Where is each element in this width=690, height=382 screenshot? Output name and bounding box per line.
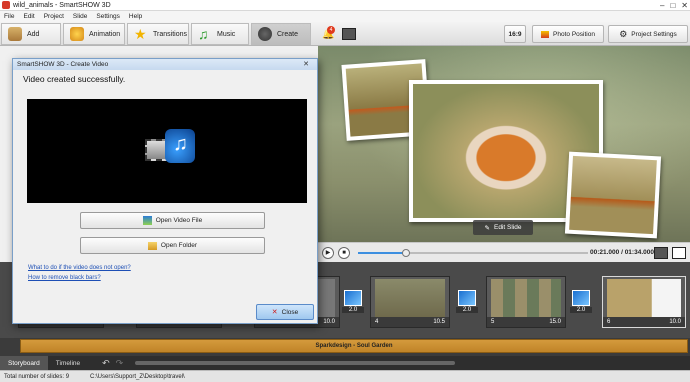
fullscreen-icon[interactable] — [672, 247, 686, 259]
close-window-button[interactable]: ✕ — [681, 1, 688, 10]
edit-slide-button[interactable]: ✎ Edit Slide — [473, 220, 533, 235]
folder-icon — [147, 241, 157, 250]
menu-file[interactable]: File — [4, 13, 14, 20]
transition-item[interactable]: 2.0 — [456, 290, 478, 318]
title-bar: wild_animals - SmartSHOW 3D – □ ✕ — [0, 0, 690, 11]
open-video-file-button[interactable]: Open Video File — [80, 212, 265, 229]
dialog-close-icon[interactable]: ✕ — [299, 60, 313, 69]
project-path: C:\Users\Support_Z\Desktop\travel\ — [90, 373, 185, 380]
app-icon — [2, 1, 10, 9]
menu-settings[interactable]: Settings — [96, 13, 120, 20]
play-icon: ▶ — [325, 250, 331, 256]
slide-thumbnail — [607, 279, 681, 317]
audio-track[interactable]: Sparkdesign - Soul Garden — [20, 339, 688, 353]
slide-preview — [318, 46, 690, 242]
transition-item[interactable]: 2.0 — [570, 290, 592, 318]
tab-create[interactable]: Create — [251, 23, 311, 45]
undo-icon[interactable]: ↶ — [102, 358, 110, 369]
pencil-icon: ✎ — [484, 224, 490, 232]
music-icon: ♫ — [198, 26, 209, 42]
stop-button[interactable]: ■ — [338, 246, 350, 259]
help-link-video-not-open[interactable]: What to do if the video does not open? — [28, 265, 131, 271]
tab-storyboard[interactable]: Storyboard — [0, 356, 48, 370]
seek-bar[interactable] — [358, 249, 588, 257]
close-icon: ✕ — [271, 309, 278, 316]
film-reel-icon — [258, 27, 272, 41]
tab-music[interactable]: ♫ Music — [191, 23, 249, 45]
menu-bar: File Edit Project Slide Settings Help — [0, 11, 690, 22]
video-film-icon: ♫ — [139, 127, 199, 171]
redo-icon[interactable]: ↷ — [116, 358, 124, 369]
slide-item[interactable]: 5 15.0 — [486, 276, 566, 328]
transition-item[interactable]: 2.0 — [342, 290, 364, 318]
help-link-black-bars[interactable]: How to remove black bars? — [28, 275, 101, 281]
transition-icon — [344, 290, 362, 306]
gallery-icon[interactable] — [342, 28, 356, 40]
dialog-title: SmartSHOW 3D - Create Video — [17, 61, 109, 68]
minimize-button[interactable]: – — [660, 1, 664, 10]
playback-bar: ▶ ■ 00:21.000 / 01:34.000 — [318, 242, 690, 262]
gear-icon: ⚙ — [619, 28, 628, 39]
slide-item[interactable]: 6 10.0 — [602, 276, 686, 328]
aspect-ratio-button[interactable]: 16:9 — [504, 25, 526, 43]
project-settings-button[interactable]: ⚙ Project Settings — [608, 25, 688, 43]
photo-position-button[interactable]: Photo Position — [532, 25, 604, 43]
slide-thumbnail — [375, 279, 445, 317]
menu-slide[interactable]: Slide — [73, 13, 87, 20]
window-title: wild_animals - SmartSHOW 3D — [13, 1, 111, 9]
tab-add[interactable]: Add — [1, 23, 61, 45]
slide-item[interactable]: 4 10.5 — [370, 276, 450, 328]
photo-position-icon — [541, 30, 550, 38]
time-display: 00:21.000 / 01:34.000 — [590, 249, 654, 256]
transition-icon — [458, 290, 476, 306]
animation-icon — [70, 27, 84, 41]
slide-count: Total number of slides: 9 — [4, 373, 70, 380]
menu-edit[interactable]: Edit — [23, 13, 34, 20]
transition-icon — [572, 290, 590, 306]
notification-bell-icon[interactable]: 🔔 4 — [320, 26, 335, 40]
tab-transitions[interactable]: ★ Transitions — [127, 23, 189, 45]
play-button[interactable]: ▶ — [322, 246, 334, 259]
photo-fox-small-right[interactable] — [564, 151, 662, 239]
dialog-heading: Video created successfully. — [23, 74, 126, 84]
photo-image — [569, 155, 657, 235]
dialog-close-button[interactable]: ✕ Close — [256, 304, 314, 320]
video-preview: ♫ — [27, 99, 307, 203]
tab-animation[interactable]: Animation — [63, 23, 125, 45]
seek-progress — [358, 252, 407, 254]
status-bar: Total number of slides: 9 C:\Users\Suppo… — [0, 370, 690, 382]
menu-help[interactable]: Help — [129, 13, 142, 20]
star-icon: ★ — [134, 26, 147, 42]
open-folder-button[interactable]: Open Folder — [80, 237, 265, 254]
dialog-title-bar: SmartSHOW 3D - Create Video — [13, 59, 317, 70]
zoom-slider[interactable] — [135, 361, 456, 365]
camera-icon[interactable] — [654, 247, 668, 259]
add-icon — [8, 27, 22, 41]
view-tabs: Storyboard Timeline ↶ ↷ — [0, 356, 690, 370]
main-toolbar: Add Animation ★ Transitions ♫ Music Crea… — [0, 22, 690, 46]
stop-icon: ■ — [342, 249, 346, 256]
create-video-dialog: SmartSHOW 3D - Create Video ✕ Video crea… — [12, 58, 318, 324]
seek-handle[interactable] — [402, 249, 411, 257]
notification-badge: 4 — [327, 26, 335, 34]
video-file-icon — [142, 216, 152, 225]
menu-project[interactable]: Project — [44, 13, 64, 20]
tab-timeline[interactable]: Timeline — [48, 356, 88, 370]
maximize-button[interactable]: □ — [670, 1, 675, 10]
slide-thumbnail — [491, 279, 561, 317]
